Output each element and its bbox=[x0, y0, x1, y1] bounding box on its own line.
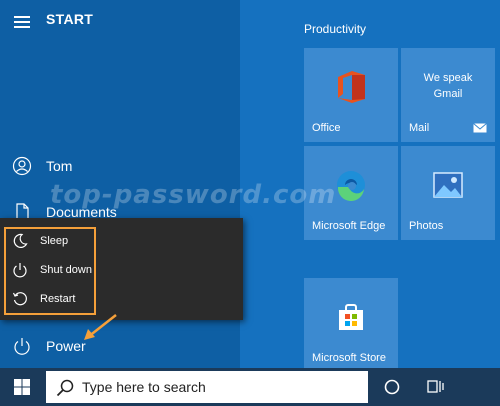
tile-mail[interactable]: We speak Gmail Mail bbox=[401, 48, 495, 142]
hamburger-menu-icon[interactable] bbox=[14, 16, 30, 28]
taskbar: Type here to search bbox=[0, 368, 500, 406]
mail-promo-line: Gmail bbox=[433, 88, 463, 100]
power-option-label: Sleep bbox=[40, 235, 69, 247]
tile-group-title: Productivity bbox=[304, 22, 367, 36]
tile-office[interactable]: Office bbox=[304, 48, 398, 142]
start-title: START bbox=[46, 11, 94, 27]
mail-promo-line: We speak bbox=[423, 72, 473, 84]
tile-label: Microsoft Edge bbox=[312, 220, 386, 232]
tile-label: Office bbox=[312, 122, 341, 134]
cortana-button[interactable] bbox=[372, 368, 412, 406]
power-option-shut-down[interactable]: Shut down bbox=[12, 259, 92, 281]
store-bag-icon bbox=[339, 304, 363, 331]
tile-label: Microsoft Store bbox=[312, 352, 386, 364]
power-option-sleep[interactable]: Sleep bbox=[12, 230, 68, 252]
nav-item-power[interactable]: Power bbox=[0, 328, 240, 364]
restart-icon bbox=[12, 292, 27, 306]
taskbar-search-input[interactable]: Type here to search bbox=[46, 371, 368, 403]
tile-label: Photos bbox=[409, 220, 444, 232]
sleep-icon bbox=[13, 233, 28, 248]
tile-microsoft-store[interactable]: Microsoft Store bbox=[304, 278, 398, 372]
office-icon bbox=[338, 71, 365, 104]
shut-down-icon bbox=[13, 263, 27, 278]
mail-promo-text: We speak Gmail bbox=[401, 70, 495, 102]
tile-label: Mail bbox=[409, 122, 430, 134]
edge-icon bbox=[337, 171, 365, 202]
search-icon bbox=[56, 379, 74, 397]
power-options-menu: Sleep Shut down Restart bbox=[0, 218, 243, 320]
power-option-label: Restart bbox=[40, 293, 76, 305]
tile-microsoft-edge[interactable]: Microsoft Edge bbox=[304, 146, 398, 240]
power-icon bbox=[14, 338, 30, 355]
photos-icon bbox=[433, 172, 463, 199]
task-view-button[interactable] bbox=[416, 368, 456, 406]
user-icon bbox=[12, 156, 32, 176]
nav-item-user[interactable]: Tom bbox=[0, 148, 240, 184]
windows-logo-icon bbox=[14, 379, 30, 395]
windows-start-button[interactable] bbox=[0, 368, 44, 406]
search-placeholder: Type here to search bbox=[82, 379, 206, 395]
power-option-label: Shut down bbox=[40, 264, 92, 276]
nav-label-user: Tom bbox=[46, 158, 73, 174]
task-view-icon bbox=[427, 380, 444, 393]
mail-envelope-icon bbox=[473, 123, 487, 133]
nav-label-power: Power bbox=[46, 338, 86, 354]
cortana-circle-icon bbox=[384, 379, 400, 395]
tile-photos[interactable]: Photos bbox=[401, 146, 495, 240]
power-option-restart[interactable]: Restart bbox=[12, 288, 75, 310]
